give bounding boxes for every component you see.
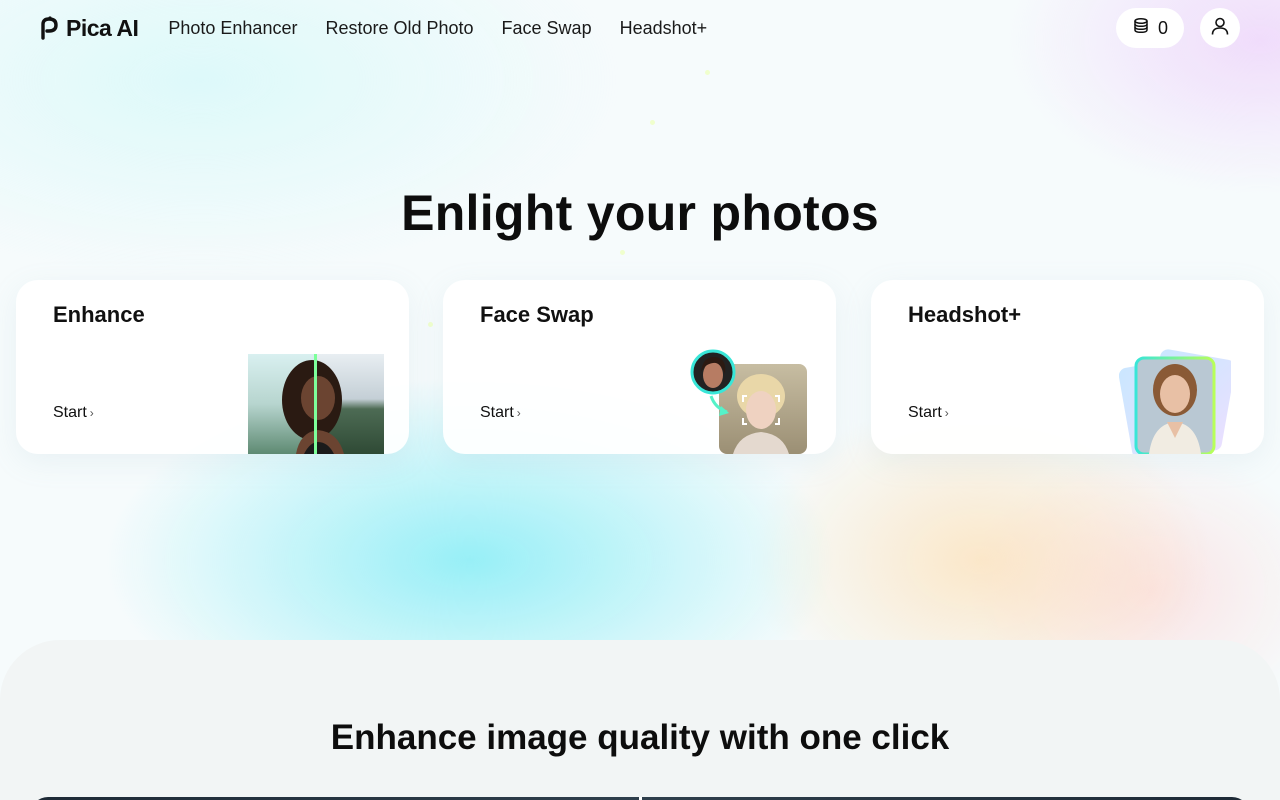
nav-photo-enhancer[interactable]: Photo Enhancer <box>168 18 297 39</box>
feature-cards: Enhance Start › Face Swap Start › Headsh… <box>16 280 1264 454</box>
user-icon <box>1210 16 1230 41</box>
start-label: Start <box>480 404 514 421</box>
sparkle-decoration <box>705 70 710 75</box>
face-swap-card[interactable]: Face Swap Start › <box>443 280 836 454</box>
credits-count: 0 <box>1157 17 1168 38</box>
headshot-preview-image <box>1118 346 1236 454</box>
start-label: Start <box>908 404 942 421</box>
coins-stack-icon <box>1132 17 1150 40</box>
section-title: Enhance image quality with one click <box>330 718 950 757</box>
nav-headshot[interactable]: Headshot+ <box>620 18 708 39</box>
header-actions: 0 <box>1115 8 1240 48</box>
logo-text: Pica AI <box>66 14 139 41</box>
start-link[interactable]: Start › <box>53 404 94 422</box>
credits-button[interactable]: 0 <box>1115 8 1184 48</box>
enhance-preview-image <box>248 352 384 454</box>
start-link[interactable]: Start › <box>480 404 521 422</box>
logo-mark-icon <box>40 16 60 40</box>
start-link[interactable]: Start › <box>908 404 949 422</box>
enhance-card[interactable]: Enhance Start › <box>16 280 409 454</box>
start-label: Start <box>53 404 87 421</box>
sparkle-decoration <box>620 250 625 255</box>
feature-section: Enhance image quality with one click <box>0 640 1280 800</box>
hero-title: Enlight your photos <box>401 185 879 241</box>
pica-ai-logo[interactable]: Pica AI <box>40 14 139 42</box>
nav-restore-old-photo[interactable]: Restore Old Photo <box>325 18 473 39</box>
sparkle-decoration <box>650 120 655 125</box>
headshot-card[interactable]: Headshot+ Start › <box>871 280 1264 454</box>
account-button[interactable] <box>1200 8 1240 48</box>
card-title: Face Swap <box>480 302 594 327</box>
chevron-right-icon: › <box>944 406 949 420</box>
top-header: Pica AI Photo Enhancer Restore Old Photo… <box>0 0 1280 56</box>
card-title: Headshot+ <box>908 302 1022 327</box>
card-title: Enhance <box>53 302 145 327</box>
nav-face-swap[interactable]: Face Swap <box>502 18 592 39</box>
chevron-right-icon: › <box>89 406 94 420</box>
face-swap-preview-image <box>689 348 813 454</box>
main-nav: Photo Enhancer Restore Old Photo Face Sw… <box>168 18 707 39</box>
chevron-right-icon: › <box>516 406 521 420</box>
